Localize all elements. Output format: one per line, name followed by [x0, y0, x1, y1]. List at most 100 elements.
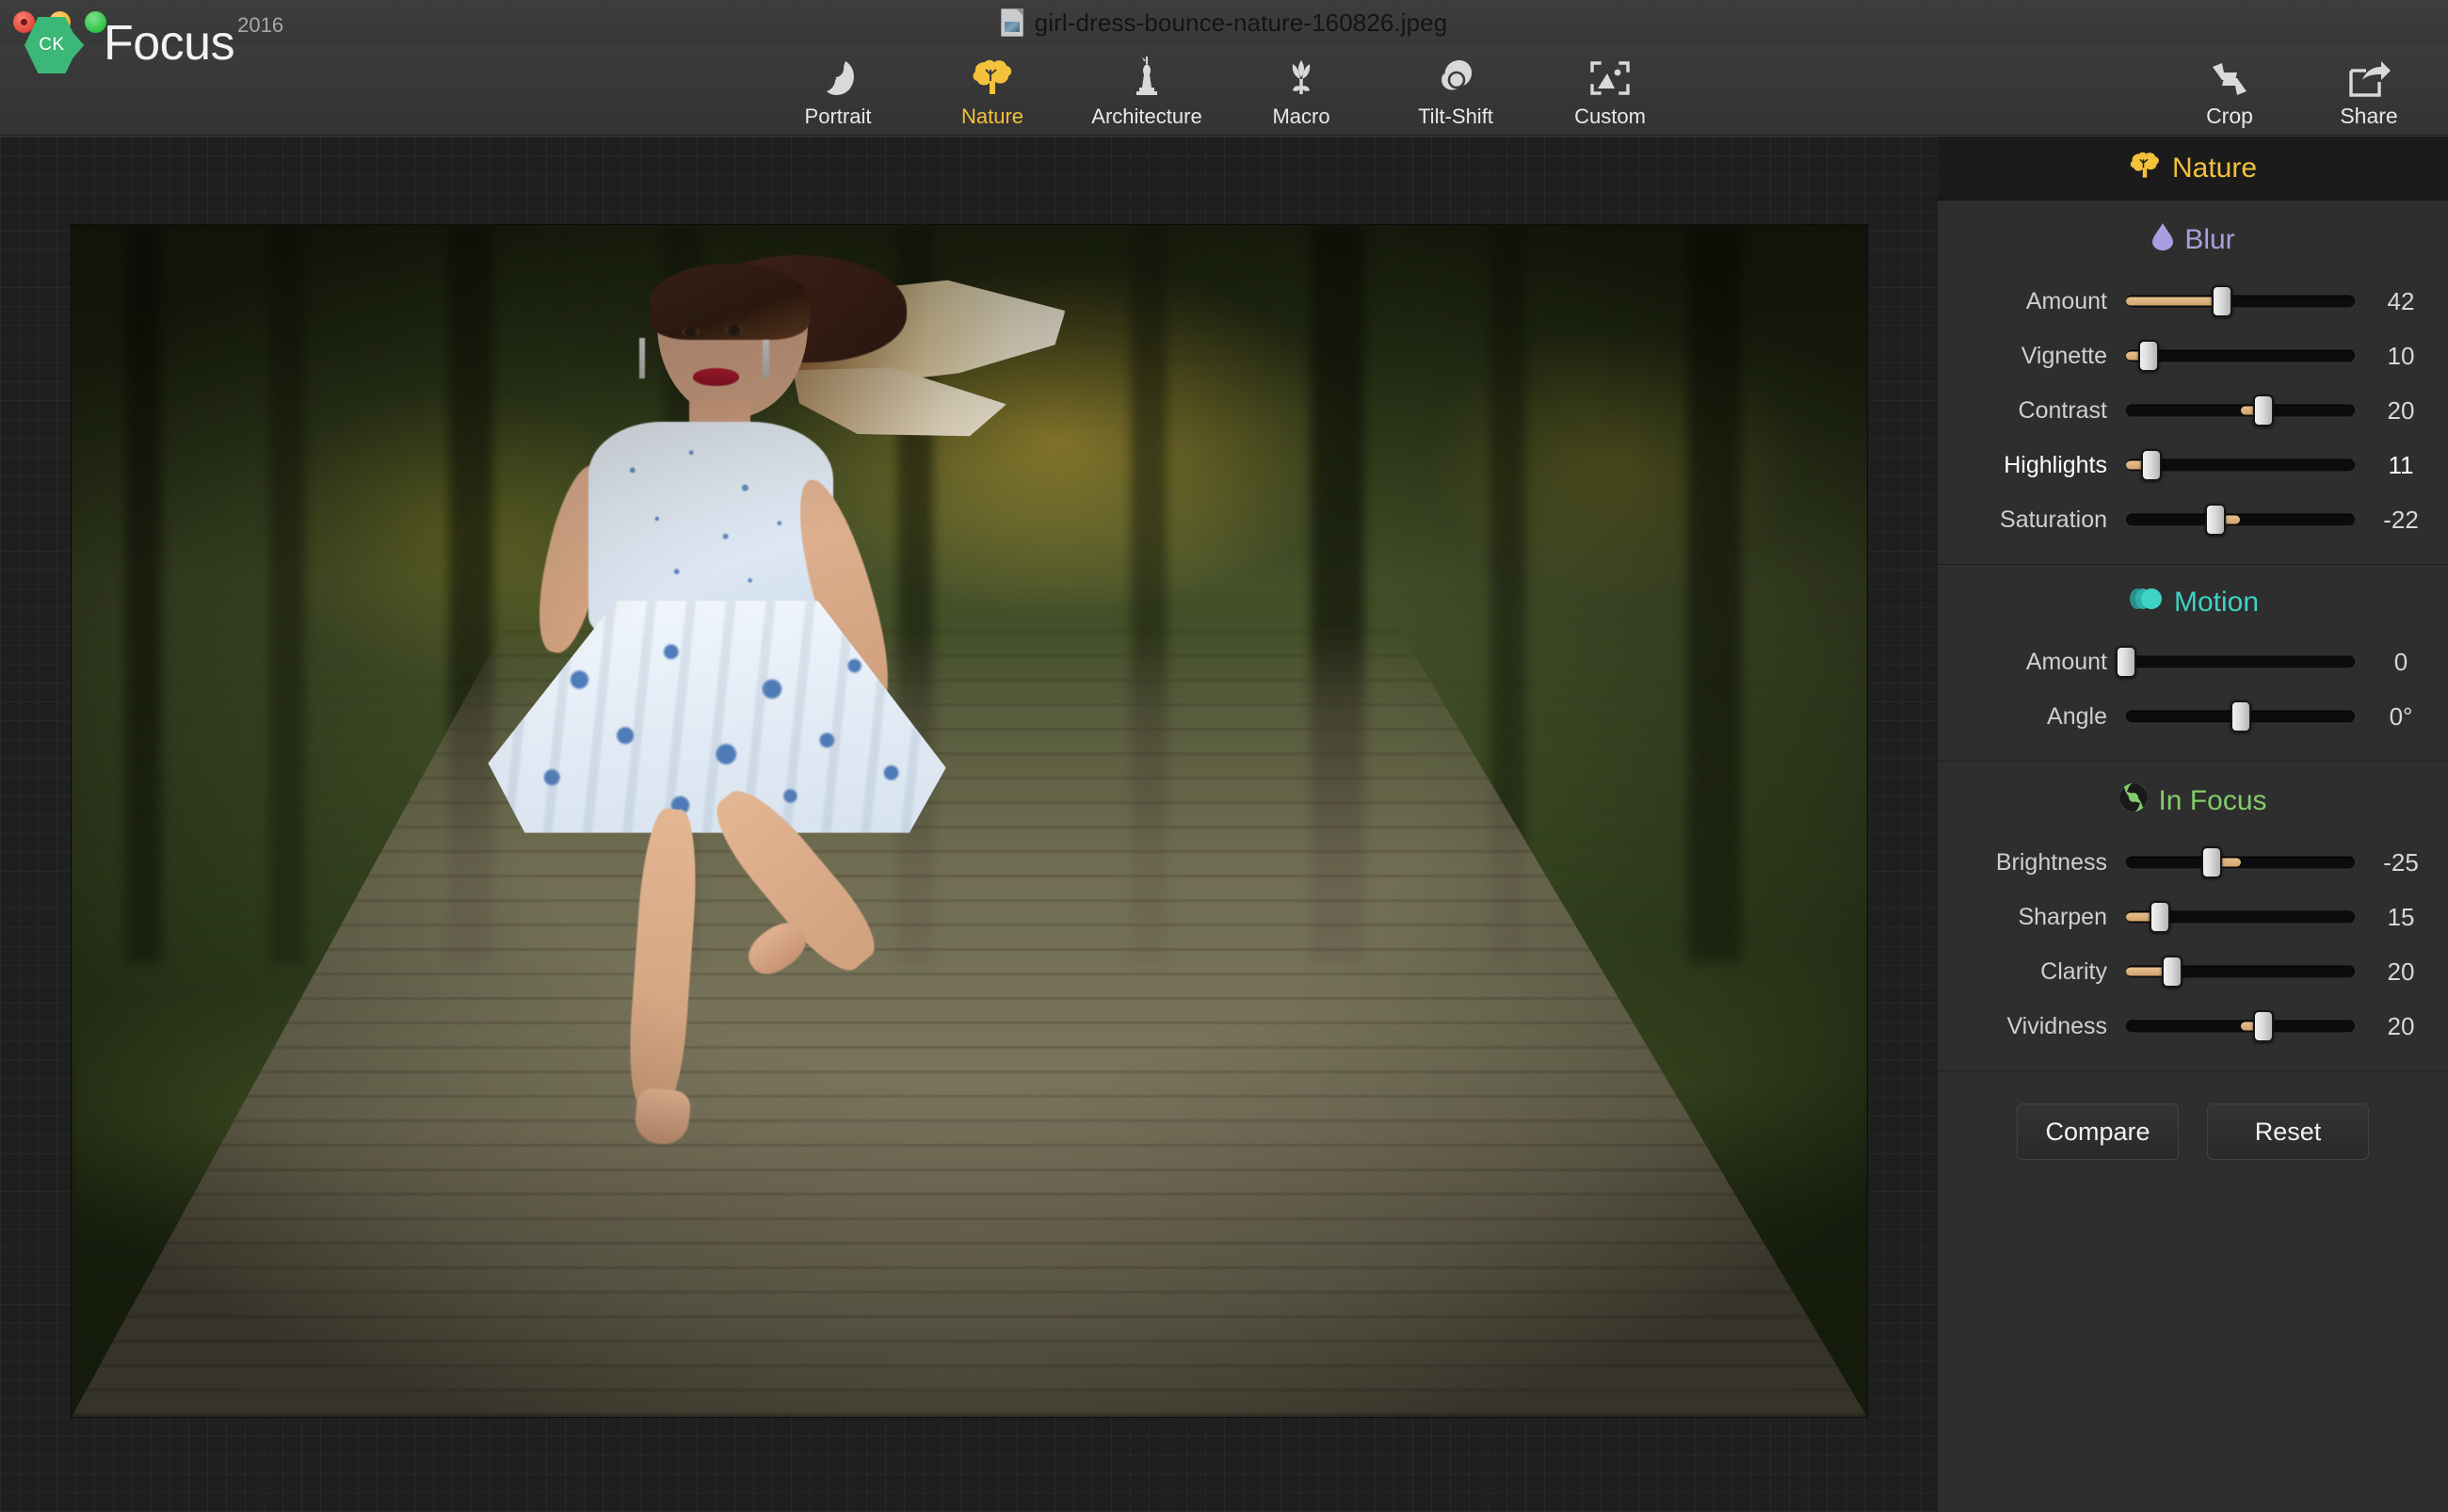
share-button[interactable]: Share	[2316, 49, 2422, 132]
tab-portrait[interactable]: Portrait	[761, 48, 915, 133]
app-year: 2016	[237, 13, 284, 37]
window-titlebar: girl-dress-bounce-nature-160826.jpeg	[0, 0, 2448, 45]
tilt-shift-icon	[1435, 56, 1476, 101]
slider-blur-amount[interactable]	[2122, 274, 2358, 329]
slider-blur-saturation[interactable]	[2122, 492, 2358, 547]
crop-icon	[2207, 58, 2252, 102]
slider-value-blur-highlights: 11	[2388, 450, 2414, 479]
slider-track[interactable]	[2126, 349, 2355, 362]
slider-thumb[interactable]	[2138, 340, 2160, 372]
panel-action-buttons: Compare Reset	[1938, 1070, 2448, 1160]
slider-label-focus-vividness: Vividness	[2006, 1012, 2107, 1039]
section-blur-title: Blur	[2184, 224, 2235, 255]
slider-label-focus-clarity: Clarity	[2040, 957, 2107, 985]
slider-label-focus-brightness: Brightness	[1995, 848, 2107, 876]
tab-custom-label: Custom	[1574, 105, 1646, 128]
section-motion: Motion Amount 0 Angle 0°	[1938, 564, 2448, 761]
section-in-focus: In Focus Brightness -25 Sharpen 15 Clari…	[1938, 761, 2448, 1070]
share-label: Share	[2340, 104, 2398, 128]
slider-blur-vignette[interactable]	[2122, 329, 2358, 383]
slider-label-blur-vignette: Vignette	[2021, 342, 2107, 369]
compare-button[interactable]: Compare	[2017, 1103, 2179, 1160]
slider-row-motion-amount: Amount 0	[1938, 635, 2448, 689]
adjustments-panel: Nature Blur Amount 42 Vignette 10 Contra…	[1937, 137, 2448, 1512]
panel-title: Nature	[2171, 152, 2258, 184]
macro-flower-icon	[1281, 56, 1321, 101]
slider-row-focus-brightness: Brightness -25	[1938, 835, 2448, 890]
slider-focus-clarity[interactable]	[2122, 944, 2358, 999]
slider-track[interactable]	[2126, 655, 2355, 668]
custom-frame-icon	[1588, 56, 1632, 101]
reset-button[interactable]: Reset	[2207, 1103, 2369, 1160]
section-in-focus-title: In Focus	[2158, 785, 2267, 816]
slider-motion-angle[interactable]	[2122, 689, 2358, 744]
slider-focus-vividness[interactable]	[2122, 999, 2358, 1054]
section-motion-title: Motion	[2173, 587, 2260, 618]
preset-tabs: Portrait Nature Architecture Macro Tilt-…	[0, 45, 2448, 136]
slider-thumb[interactable]	[2116, 646, 2136, 678]
tab-macro[interactable]: Macro	[1224, 48, 1378, 133]
slider-value-blur-saturation: -22	[2383, 505, 2419, 534]
slider-fill	[2126, 297, 2223, 306]
section-blur: Blur Amount 42 Vignette 10 Contrast 20 H…	[1938, 201, 2448, 564]
crop-button[interactable]: Crop	[2177, 49, 2282, 132]
slider-row-blur-saturation: Saturation -22	[1938, 492, 2448, 547]
tab-custom[interactable]: Custom	[1533, 48, 1687, 133]
tab-nature-label: Nature	[960, 105, 1024, 128]
slider-thumb[interactable]	[2212, 285, 2233, 317]
slider-label-focus-sharpen: Sharpen	[2018, 903, 2107, 930]
slider-label-blur-saturation: Saturation	[2000, 506, 2107, 533]
slider-motion-amount[interactable]	[2116, 635, 2358, 689]
tab-architecture[interactable]: Architecture	[1070, 48, 1224, 133]
slider-track[interactable]	[2126, 856, 2355, 869]
toolbar-actions: Crop Share	[2177, 45, 2422, 136]
tab-architecture-label: Architecture	[1091, 105, 1202, 128]
slider-focus-brightness[interactable]	[2122, 835, 2358, 890]
document-title: girl-dress-bounce-nature-160826.jpeg	[1034, 8, 1448, 37]
image-canvas[interactable]	[0, 137, 1937, 1512]
slider-row-blur-contrast: Contrast 20	[1938, 383, 2448, 438]
slider-row-focus-clarity: Clarity 20	[1938, 944, 2448, 999]
share-icon	[2347, 58, 2391, 102]
slider-thumb[interactable]	[2204, 504, 2226, 536]
slider-row-focus-vividness: Vividness 20	[1938, 999, 2448, 1054]
section-in-focus-title-row: In Focus	[1938, 782, 2448, 820]
slider-focus-sharpen[interactable]	[2122, 890, 2358, 944]
slider-row-motion-angle: Angle 0°	[1938, 689, 2448, 744]
slider-value-motion-angle: 0°	[2389, 701, 2413, 731]
photo-vignette-layer	[72, 225, 1867, 1417]
tab-nature[interactable]: Nature	[915, 48, 1070, 133]
slider-value-focus-sharpen: 15	[2387, 902, 2415, 931]
document-icon	[1000, 8, 1023, 37]
slider-thumb[interactable]	[2252, 394, 2274, 426]
slider-value-blur-contrast: 20	[2387, 395, 2415, 425]
tab-tilt-shift[interactable]: Tilt-Shift	[1378, 48, 1533, 133]
slider-thumb[interactable]	[2161, 956, 2182, 988]
tab-tilt-shift-label: Tilt-Shift	[1418, 105, 1493, 128]
portrait-icon	[817, 56, 859, 101]
slider-value-focus-vividness: 20	[2387, 1011, 2415, 1040]
slider-thumb[interactable]	[2230, 700, 2251, 732]
slider-label-blur-highlights: Highlights	[2004, 451, 2107, 478]
slider-row-blur-amount: Amount 42	[1938, 274, 2448, 329]
architecture-icon	[1126, 56, 1168, 101]
slider-thumb[interactable]	[2140, 449, 2162, 481]
slider-thumb[interactable]	[2201, 846, 2223, 878]
photo-preview[interactable]	[72, 225, 1867, 1417]
panel-header: Nature	[1938, 137, 2448, 201]
motion-circles-icon	[2127, 586, 2165, 619]
slider-blur-highlights[interactable]	[2122, 438, 2358, 492]
slider-row-blur-vignette: Vignette 10	[1938, 329, 2448, 383]
section-blur-title-row: Blur	[1938, 221, 2448, 259]
slider-thumb[interactable]	[2150, 901, 2171, 933]
section-motion-title-row: Motion	[1938, 586, 2448, 619]
nature-tree-icon	[971, 56, 1014, 101]
nature-tree-icon	[2129, 150, 2161, 186]
slider-value-motion-amount: 0	[2393, 647, 2408, 676]
slider-blur-contrast[interactable]	[2122, 383, 2358, 438]
slider-label-blur-amount: Amount	[2025, 287, 2107, 314]
aperture-icon	[2118, 782, 2149, 820]
slider-track[interactable]	[2126, 513, 2355, 526]
slider-label-blur-contrast: Contrast	[2018, 396, 2107, 424]
slider-thumb[interactable]	[2252, 1010, 2274, 1042]
